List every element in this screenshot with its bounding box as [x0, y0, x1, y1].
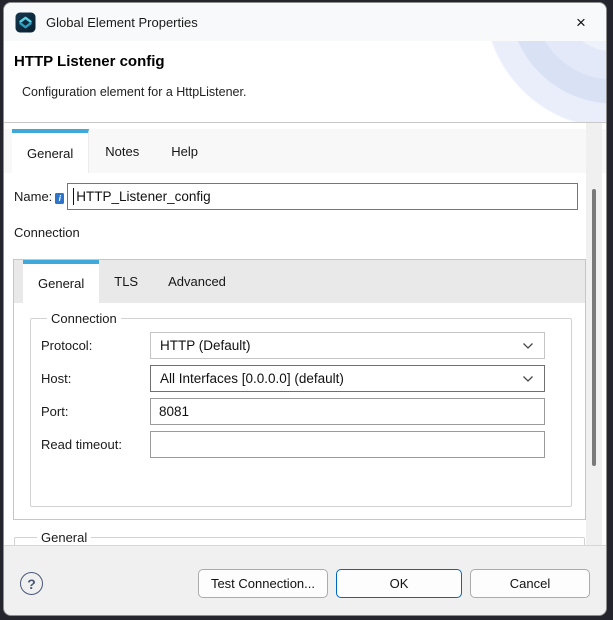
protocol-row: Protocol: HTTP (Default): [41, 332, 545, 359]
port-row: Port:: [41, 398, 545, 425]
host-dropdown[interactable]: All Interfaces [0.0.0.0] (default): [150, 365, 545, 392]
general-groupbox-legend: General: [41, 530, 88, 545]
titlebar[interactable]: Global Element Properties ×: [4, 3, 606, 41]
dialog-header: HTTP Listener config Configuration eleme…: [4, 41, 606, 123]
global-element-properties-dialog: Global Element Properties × HTTP Listene…: [3, 2, 607, 616]
protocol-dropdown[interactable]: HTTP (Default): [150, 332, 545, 359]
connection-groupbox-legend: Connection: [51, 311, 117, 326]
ok-button[interactable]: OK: [336, 569, 462, 598]
cancel-button[interactable]: Cancel: [470, 569, 590, 598]
port-input[interactable]: [150, 398, 545, 425]
outer-tabbar: General Notes Help: [4, 129, 606, 173]
name-input-wrap: [67, 183, 578, 210]
name-row: Name: i: [14, 183, 578, 210]
read-timeout-label: Read timeout:: [41, 437, 122, 452]
test-connection-button[interactable]: Test Connection...: [197, 569, 328, 598]
scrollbar-thumb[interactable]: [592, 189, 596, 466]
window-title: Global Element Properties: [46, 14, 198, 30]
inner-tab-tls[interactable]: TLS: [99, 260, 153, 303]
help-icon[interactable]: ?: [20, 572, 43, 595]
name-label: Name:: [14, 189, 53, 204]
host-label: Host:: [41, 371, 72, 386]
name-input[interactable]: [67, 183, 578, 210]
anypoint-studio-icon: [15, 12, 36, 32]
host-value: All Interfaces [0.0.0.0] (default): [160, 371, 344, 386]
info-icon: i: [55, 193, 65, 204]
dialog-body: General Notes Help Name: i Connection Ge…: [4, 123, 606, 545]
port-label: Port:: [41, 404, 69, 419]
chevron-down-icon: [522, 375, 534, 383]
general-groupbox: General: [14, 530, 585, 545]
connection-groupbox: Connection Protocol: HTTP (Default) Host…: [30, 311, 572, 507]
inner-tabbar: General TLS Advanced: [14, 260, 585, 303]
protocol-label: Protocol:: [41, 338, 93, 353]
connection-panel: General TLS Advanced Connection Protocol…: [13, 259, 586, 520]
tab-general[interactable]: General: [12, 129, 90, 173]
connection-section-label: Connection: [14, 225, 80, 240]
page-description: Configuration element for a HttpListener…: [22, 85, 247, 99]
close-icon[interactable]: ×: [570, 11, 592, 33]
tab-help[interactable]: Help: [155, 129, 214, 173]
page-title: HTTP Listener config: [14, 53, 165, 70]
read-timeout-row: Read timeout:: [41, 431, 545, 458]
text-caret: [73, 188, 75, 205]
host-row: Host: All Interfaces [0.0.0.0] (default): [41, 365, 545, 392]
tab-notes[interactable]: Notes: [89, 129, 155, 173]
chevron-down-icon: [522, 342, 534, 350]
dialog-footer: ? Test Connection... OK Cancel: [4, 545, 606, 615]
inner-tab-advanced[interactable]: Advanced: [153, 260, 241, 303]
read-timeout-input[interactable]: [150, 431, 545, 458]
protocol-value: HTTP (Default): [160, 338, 251, 353]
header-swoosh-decoration: [416, 41, 606, 122]
inner-tab-general[interactable]: General: [23, 260, 100, 303]
